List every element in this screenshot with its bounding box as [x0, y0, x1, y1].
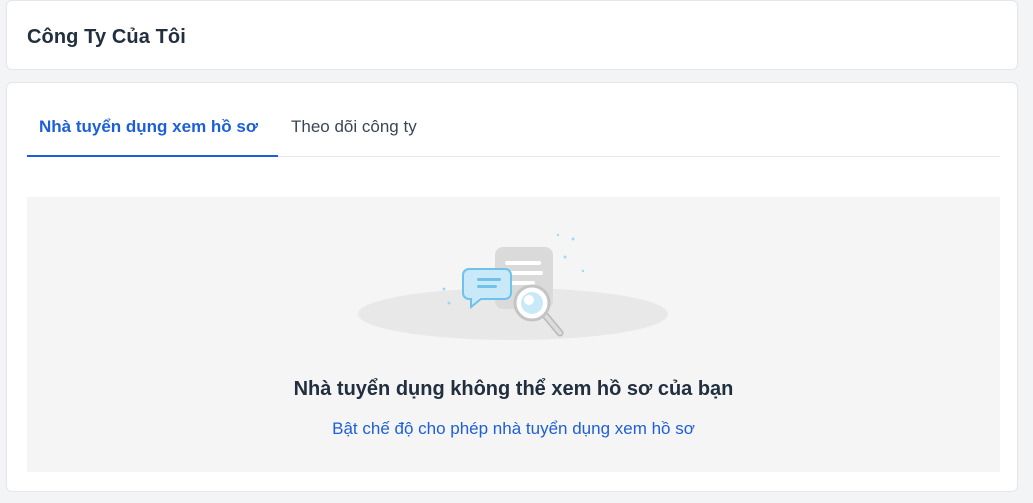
- tab-bar: Nhà tuyển dụng xem hồ sơ Theo dõi công t…: [27, 83, 1000, 157]
- empty-state-title: Nhà tuyển dụng không thể xem hồ sơ của b…: [293, 378, 734, 400]
- enable-recruiter-view-link[interactable]: Bật chế độ cho phép nhà tuyển dụng xem h…: [27, 418, 1000, 440]
- tab-recruiters-viewed[interactable]: Nhà tuyển dụng xem hồ sơ: [27, 116, 278, 157]
- main-card: Nhà tuyển dụng xem hồ sơ Theo dõi công t…: [6, 82, 1018, 492]
- empty-state-panel: Nhà tuyển dụng không thể xem hồ sơ của b…: [27, 197, 1000, 472]
- page-title: Công Ty Của Tôi: [27, 26, 186, 48]
- search-empty-illustration-icon: [358, 233, 668, 340]
- header-card: Công Ty Của Tôi: [6, 0, 1018, 70]
- tab-followed-companies[interactable]: Theo dõi công ty: [291, 116, 417, 157]
